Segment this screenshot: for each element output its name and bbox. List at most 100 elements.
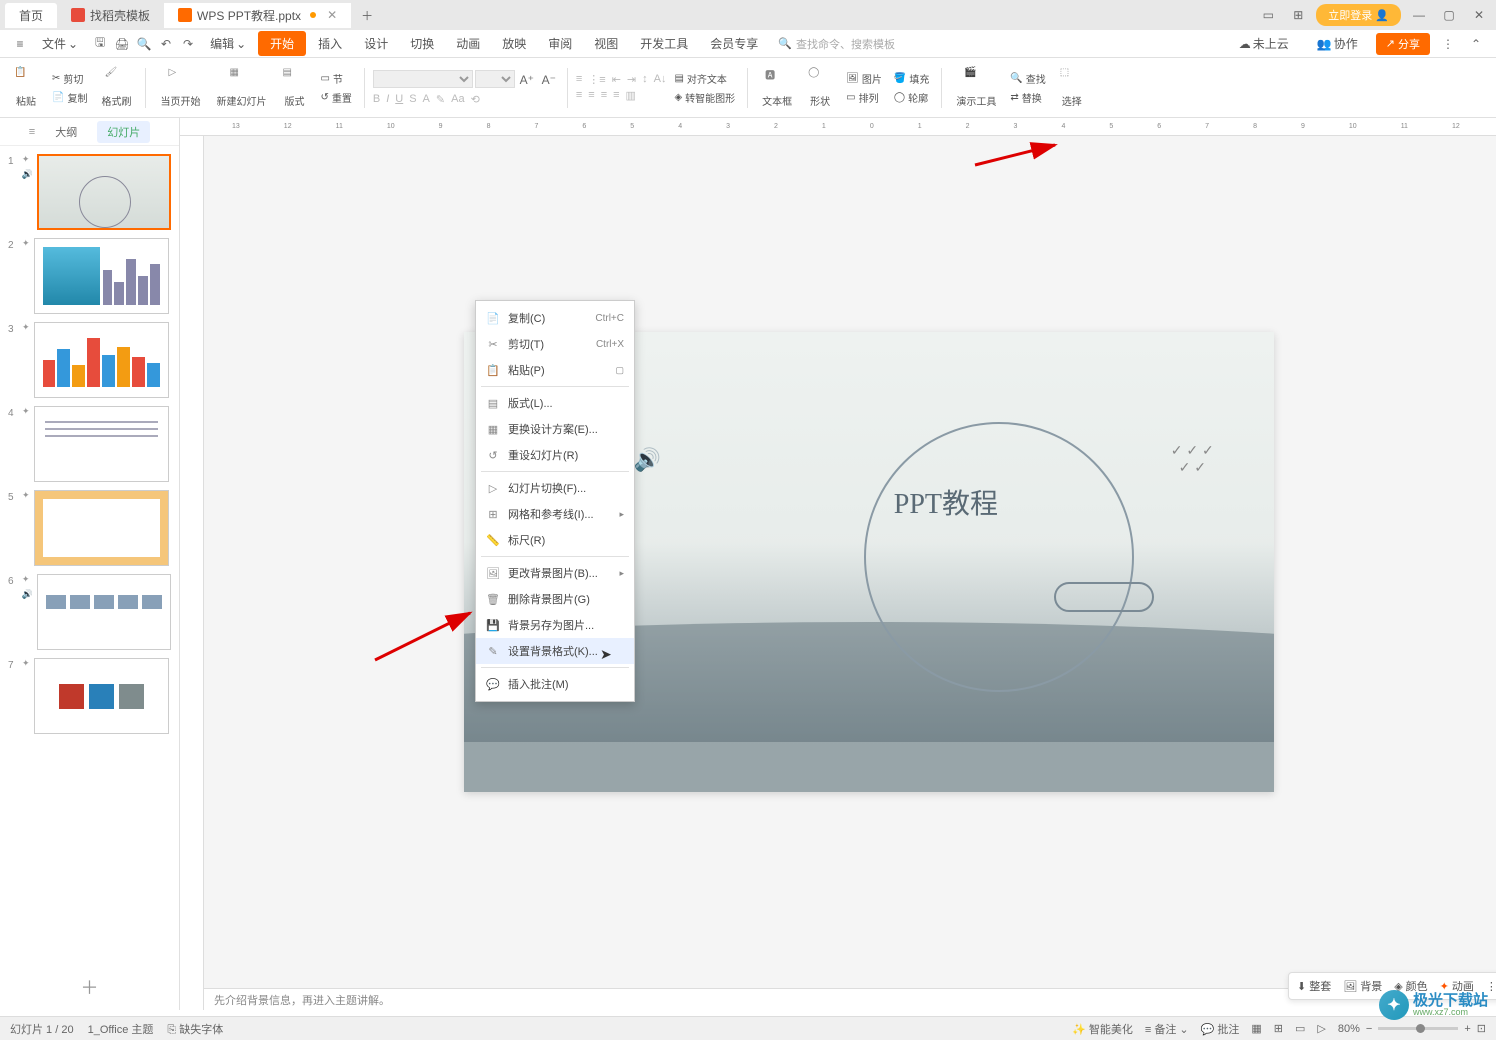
columns-button[interactable]: ▥ xyxy=(626,89,636,102)
zoom-value[interactable]: 80% xyxy=(1338,1023,1360,1035)
smartart-button[interactable]: ◈转智能图形 xyxy=(670,89,739,106)
fontcolor-button[interactable]: A xyxy=(423,93,430,106)
align-center-button[interactable]: ≡ xyxy=(588,89,594,102)
pic-button[interactable]: 🖼图片 xyxy=(842,70,886,87)
hamburger-icon[interactable]: ≡ xyxy=(10,34,30,54)
paste-button[interactable]: 📋粘贴 xyxy=(8,65,44,110)
float-all[interactable]: ⬇整套 xyxy=(1297,978,1331,994)
close-button[interactable]: ✕ xyxy=(1467,3,1491,27)
status-notes[interactable]: ≡ 备注 ⌄ xyxy=(1145,1021,1189,1037)
apps-icon[interactable]: ⊞ xyxy=(1286,3,1310,27)
bullets-button[interactable]: ≡ xyxy=(576,73,582,86)
redo-icon[interactable]: ↷ xyxy=(178,34,198,54)
zoom-slider[interactable] xyxy=(1378,1027,1458,1030)
tab-file[interactable]: WPS PPT教程.pptx✕ xyxy=(164,3,351,28)
increase-font-icon[interactable]: A⁺ xyxy=(517,70,537,90)
align-right-button[interactable]: ≡ xyxy=(601,89,607,102)
menu-edit[interactable]: 编辑 ⌄ xyxy=(200,32,256,55)
menu-insert[interactable]: 插入 xyxy=(308,32,352,55)
view-reading-icon[interactable]: ▭ xyxy=(1295,1022,1305,1035)
view-sorter-icon[interactable]: ⊞ xyxy=(1274,1022,1283,1035)
find-button[interactable]: 🔍查找 xyxy=(1006,70,1049,87)
ctx-paste[interactable]: 📋粘贴(P)▢ xyxy=(476,357,634,383)
view-slideshow-icon[interactable]: ▷ xyxy=(1317,1022,1325,1035)
cloud-status[interactable]: ☁未上云 xyxy=(1229,32,1299,55)
ctx-savebg[interactable]: 💾背景另存为图片... xyxy=(476,612,634,638)
tab-home[interactable]: 首页 xyxy=(5,3,57,28)
view-icon[interactable]: ≡ xyxy=(29,126,35,138)
indent-dec-button[interactable]: ⇤ xyxy=(612,73,621,86)
text-direction-button[interactable]: A↓ xyxy=(654,73,667,86)
panel-tab-slides[interactable]: 幻灯片 xyxy=(97,121,150,143)
align-text-button[interactable]: ▤对齐文本 xyxy=(670,70,739,87)
float-bg[interactable]: 🖼背景 xyxy=(1343,978,1382,994)
slide-thumb-3[interactable] xyxy=(34,322,169,398)
slide-thumb-1[interactable] xyxy=(37,154,171,230)
ctx-ruler[interactable]: 📏标尺(R) xyxy=(476,527,634,553)
menu-animation[interactable]: 动画 xyxy=(446,32,490,55)
case-button[interactable]: Aa xyxy=(451,93,464,106)
bold-button[interactable]: B xyxy=(373,93,380,106)
numbering-button[interactable]: ⋮≡ xyxy=(588,73,605,86)
tab-close[interactable]: ✕ xyxy=(327,8,337,22)
menu-start[interactable]: 开始 xyxy=(258,31,306,56)
slide-thumb-5[interactable] xyxy=(34,490,169,566)
login-button[interactable]: 立即登录👤 xyxy=(1316,4,1401,26)
slides-list[interactable]: 1✦🔊 2✦ 3✦ 4✦ 5✦ 6✦🔊 7✦ xyxy=(0,146,179,964)
ctx-transition[interactable]: ▷幻灯片切换(F)... xyxy=(476,475,634,501)
status-beautify[interactable]: ✨ 智能美化 xyxy=(1072,1021,1133,1037)
shape-button[interactable]: ◯形状 xyxy=(802,65,838,110)
ctx-layout[interactable]: ▤版式(L)... xyxy=(476,390,634,416)
minimize-button[interactable]: — xyxy=(1407,3,1431,27)
ctx-delbg[interactable]: 🗑删除背景图片(G) xyxy=(476,586,634,612)
preview-icon[interactable]: 🔍 xyxy=(134,34,154,54)
underline-button[interactable]: U xyxy=(395,93,403,106)
new-slide[interactable]: ▦新建幻灯片 xyxy=(210,65,272,110)
indent-inc-button[interactable]: ⇥ xyxy=(627,73,636,86)
highlight-button[interactable]: ✎ xyxy=(436,93,445,106)
zoom-fit-button[interactable]: ⊡ xyxy=(1477,1022,1486,1035)
menu-review[interactable]: 审阅 xyxy=(538,32,582,55)
font-select[interactable] xyxy=(373,70,473,88)
menu-vip[interactable]: 会员专享 xyxy=(700,32,768,55)
strike-button[interactable]: S xyxy=(409,93,416,106)
slide-thumb-2[interactable] xyxy=(34,238,169,314)
ctx-grid[interactable]: ⊞网格和参考线(I)...▸ xyxy=(476,501,634,527)
align-left-button[interactable]: ≡ xyxy=(576,89,582,102)
status-comments[interactable]: 💬 批注 xyxy=(1201,1021,1240,1037)
save-icon[interactable]: 🖫 xyxy=(90,34,110,54)
textbox-button[interactable]: 🅰文本框 xyxy=(756,65,798,110)
tab-template[interactable]: 找稻壳模板 xyxy=(57,3,164,28)
select-button[interactable]: ⬚选择 xyxy=(1054,65,1090,110)
tools-button[interactable]: 🎬演示工具 xyxy=(950,65,1002,110)
undo-icon[interactable]: ↶ xyxy=(156,34,176,54)
justify-button[interactable]: ≡ xyxy=(613,89,619,102)
menu-slideshow[interactable]: 放映 xyxy=(492,32,536,55)
slide-thumb-4[interactable] xyxy=(34,406,169,482)
current-page-start[interactable]: ▷当页开始 xyxy=(154,65,206,110)
clear-format-button[interactable]: ⟲ xyxy=(471,93,480,106)
slide-thumb-6[interactable] xyxy=(37,574,171,650)
cut-button[interactable]: ✂剪切 xyxy=(48,70,91,87)
coop-button[interactable]: 👥协作 xyxy=(1307,32,1368,55)
share-button[interactable]: ↗分享 xyxy=(1376,33,1430,55)
collapse-ribbon-icon[interactable]: ⌃ xyxy=(1466,34,1486,54)
zoom-in-button[interactable]: + xyxy=(1464,1023,1470,1035)
menu-transition[interactable]: 切换 xyxy=(400,32,444,55)
panel-tab-outline[interactable]: 大纲 xyxy=(45,121,87,143)
menu-dev[interactable]: 开发工具 xyxy=(630,32,698,55)
arrange-button[interactable]: ▭排列 xyxy=(842,89,886,106)
view-normal-icon[interactable]: ▦ xyxy=(1251,1022,1261,1035)
italic-button[interactable]: I xyxy=(386,93,389,106)
ctx-scheme[interactable]: ▦更换设计方案(E)... xyxy=(476,416,634,442)
reset-button[interactable]: ↺重置 xyxy=(316,89,355,106)
format-painter[interactable]: 🖌格式刷 xyxy=(95,65,137,110)
ctx-changebg[interactable]: 🖼更改背景图片(B)...▸ xyxy=(476,560,634,586)
more-icon[interactable]: ⋮ xyxy=(1438,34,1458,54)
add-slide-button[interactable]: ＋ xyxy=(0,964,179,1010)
ctx-cut[interactable]: ✂剪切(T)Ctrl+X xyxy=(476,331,634,357)
audio-placeholder-icon[interactable]: 🔊 xyxy=(634,447,661,473)
command-search[interactable]: 🔍查找命令、搜索模板 xyxy=(778,36,895,52)
replace-button[interactable]: ⇄替换 xyxy=(1006,89,1049,106)
section-button[interactable]: ▭节 xyxy=(316,70,355,87)
